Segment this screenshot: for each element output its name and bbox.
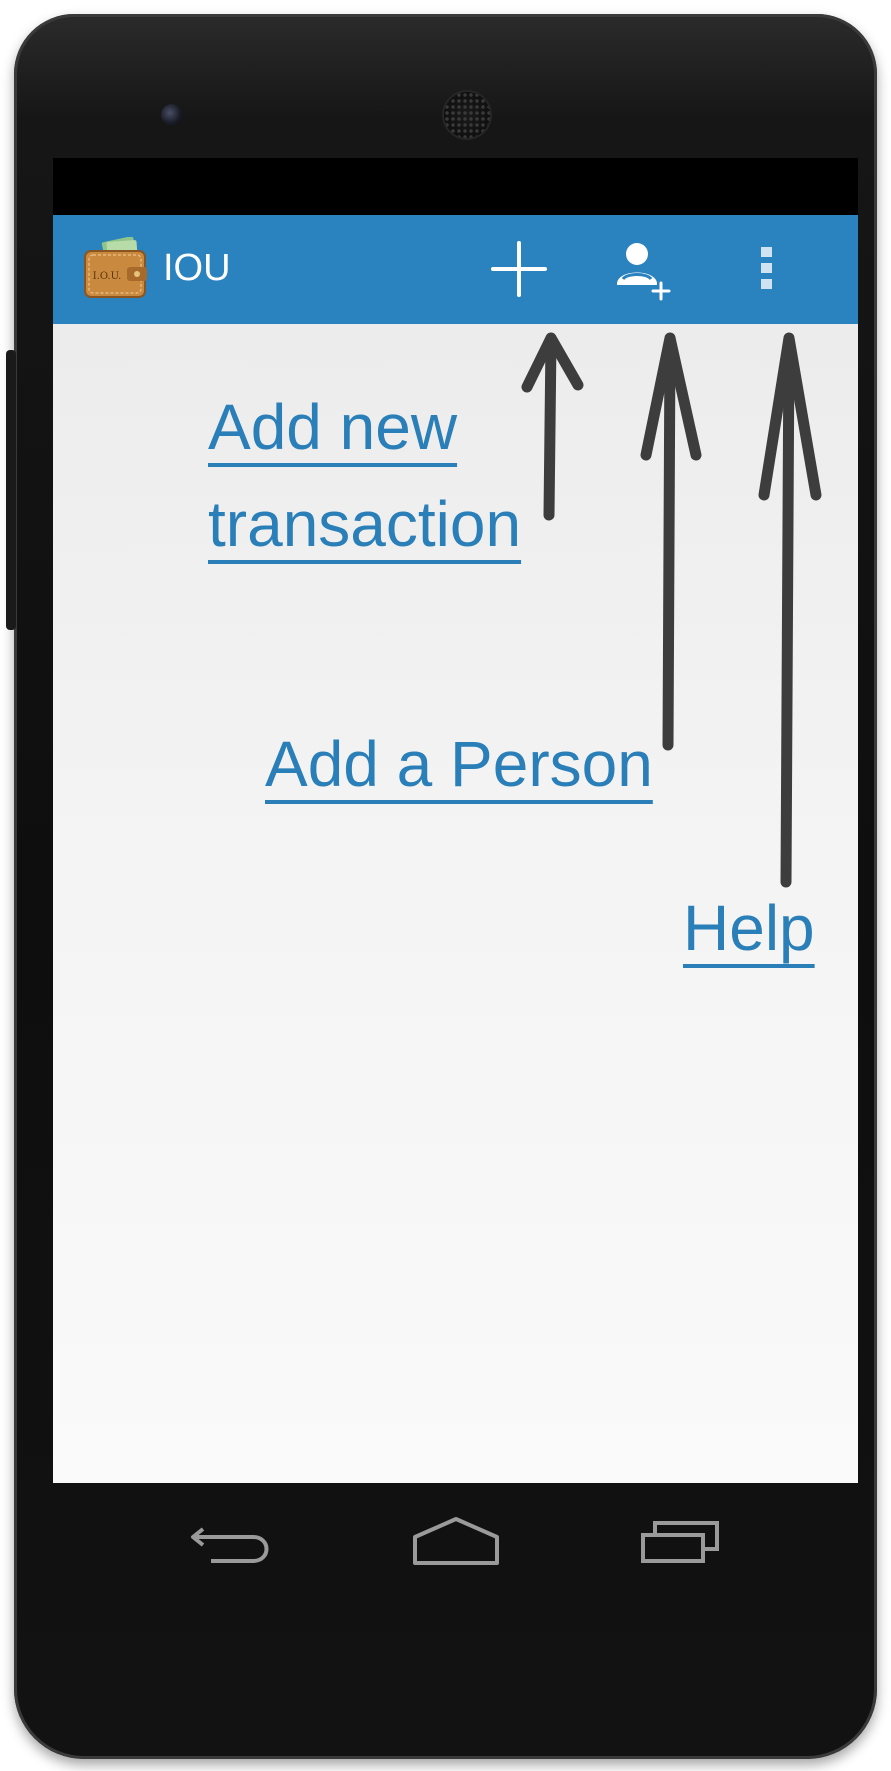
content-area: Add new transaction Add a Person Help: [53, 324, 858, 1483]
navigation-bar: [53, 1483, 858, 1603]
back-button[interactable]: [181, 1503, 291, 1583]
overflow-menu-button[interactable]: [725, 227, 809, 311]
recents-button[interactable]: [631, 1503, 741, 1583]
screen: I.O.U. IOU Add new transaction Add a Per…: [53, 158, 858, 1483]
callout-add-transaction-line2: transaction: [208, 488, 522, 560]
recents-icon: [641, 1521, 719, 1563]
back-icon: [191, 1527, 269, 1563]
add-person-button[interactable]: [601, 227, 685, 311]
add-transaction-button[interactable]: [477, 227, 561, 311]
callout-add-person: Add a Person: [265, 728, 653, 800]
status-bar: [53, 158, 858, 215]
power-button: [6, 350, 16, 630]
front-camera: [161, 104, 183, 126]
wallet-iou-icon: I.O.U.: [83, 236, 149, 299]
action-bar: I.O.U. IOU: [53, 215, 858, 324]
callout-help: Help: [683, 892, 815, 964]
callout-add-transaction-line1: Add new: [208, 391, 458, 463]
home-button[interactable]: [401, 1503, 511, 1583]
home-icon: [413, 1517, 499, 1565]
more-vertical-icon: [761, 247, 772, 289]
person-add-icon: [617, 243, 671, 301]
app-title: IOU: [163, 247, 231, 289]
earpiece-speaker: [444, 92, 490, 138]
plus-icon: [491, 241, 547, 297]
svg-text:I.O.U.: I.O.U.: [93, 271, 122, 282]
